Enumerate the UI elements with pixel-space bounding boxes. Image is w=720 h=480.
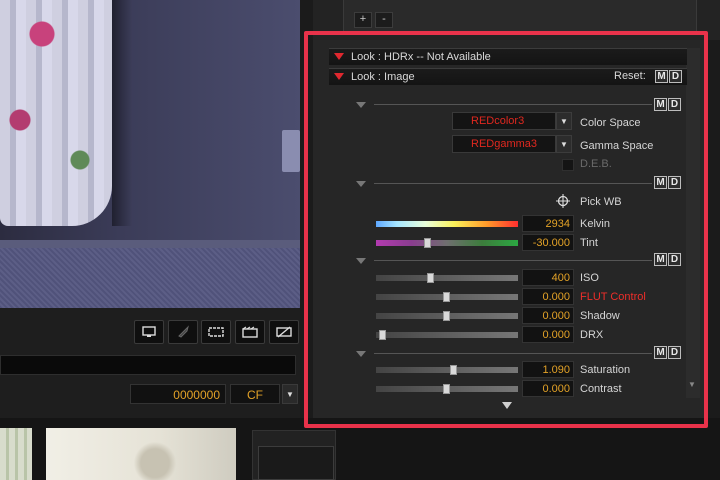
preview-floor bbox=[0, 248, 300, 308]
expand-triangle-icon[interactable] bbox=[334, 53, 344, 60]
collapse-triangle-icon[interactable] bbox=[356, 351, 366, 357]
flut-control-label: FLUT Control bbox=[580, 291, 646, 303]
slider-thumb[interactable] bbox=[379, 330, 386, 340]
contrast-slider[interactable] bbox=[376, 384, 518, 394]
collapse-triangle-icon[interactable] bbox=[356, 181, 366, 187]
tint-label: Tint bbox=[580, 237, 598, 249]
color-space-label: Color Space bbox=[580, 117, 641, 129]
slider-thumb[interactable] bbox=[427, 273, 434, 283]
slider-thumb[interactable] bbox=[424, 238, 431, 248]
timeline-scrub-bar[interactable] bbox=[0, 355, 296, 375]
section-title: Look : Image bbox=[351, 71, 415, 83]
video-preview bbox=[0, 0, 300, 308]
group-divider bbox=[374, 183, 652, 184]
window-frame-icon[interactable] bbox=[201, 320, 231, 344]
group-divider bbox=[374, 104, 652, 105]
crossed-frame-icon[interactable] bbox=[269, 320, 299, 344]
remove-button[interactable]: - bbox=[375, 12, 393, 28]
iso-value[interactable]: 400 bbox=[522, 269, 574, 286]
contrast-value[interactable]: 0.000 bbox=[522, 380, 574, 397]
kelvin-label: Kelvin bbox=[580, 218, 610, 230]
group-divider bbox=[374, 260, 652, 261]
collapse-triangle-icon[interactable] bbox=[356, 102, 366, 108]
chevron-down-icon[interactable]: ▼ bbox=[556, 135, 572, 153]
gamma-space-label: Gamma Space bbox=[580, 140, 654, 152]
reset-m-button[interactable]: M bbox=[655, 70, 668, 83]
shadow-value[interactable]: 0.000 bbox=[522, 307, 574, 324]
gamma-space-select[interactable]: REDgamma3 bbox=[452, 135, 556, 153]
slider-thumb[interactable] bbox=[443, 311, 450, 321]
shadow-label: Shadow bbox=[580, 310, 620, 322]
kelvin-value[interactable]: 2934 bbox=[522, 215, 574, 232]
chevron-down-icon[interactable] bbox=[502, 402, 512, 409]
tint-value[interactable]: -30.000 bbox=[522, 234, 574, 251]
expand-triangle-icon[interactable] bbox=[334, 73, 344, 80]
reset-d-button[interactable]: D bbox=[669, 70, 682, 83]
group-divider bbox=[374, 353, 652, 354]
side-panel-list bbox=[343, 0, 697, 32]
m-button[interactable]: M bbox=[654, 253, 667, 266]
slider-thumb[interactable] bbox=[443, 292, 450, 302]
section-title: Look : HDRx -- Not Available bbox=[351, 51, 491, 63]
monitor-icon[interactable] bbox=[134, 320, 164, 344]
preview-baseboard bbox=[0, 240, 300, 248]
d-button[interactable]: D bbox=[668, 98, 681, 111]
panel-scrollbar[interactable] bbox=[686, 48, 700, 398]
deb-label: D.E.B. bbox=[580, 158, 612, 170]
thumbnail-frame bbox=[258, 446, 334, 480]
clip-thumbnail[interactable] bbox=[0, 428, 32, 480]
iso-slider[interactable] bbox=[376, 273, 518, 283]
slider-thumb[interactable] bbox=[443, 384, 450, 394]
color-space-select[interactable]: REDcolor3 bbox=[452, 112, 556, 130]
slider-thumb[interactable] bbox=[450, 365, 457, 375]
saturation-label: Saturation bbox=[580, 364, 631, 376]
drx-value[interactable]: 0.000 bbox=[522, 326, 574, 343]
timecode-field[interactable]: 0000000 bbox=[130, 384, 226, 404]
preview-curtain bbox=[0, 0, 112, 226]
scroll-down-icon[interactable]: ▼ bbox=[688, 380, 698, 392]
cf-select[interactable]: CF bbox=[230, 384, 280, 404]
drx-label: DRX bbox=[580, 329, 604, 341]
saturation-slider[interactable] bbox=[376, 365, 518, 375]
collapse-triangle-icon[interactable] bbox=[356, 258, 366, 264]
crosshair-icon[interactable] bbox=[556, 194, 570, 208]
pick-wb-label[interactable]: Pick WB bbox=[580, 196, 622, 208]
d-button[interactable]: D bbox=[668, 253, 681, 266]
flut-slider[interactable] bbox=[376, 292, 518, 302]
shadow-slider[interactable] bbox=[376, 311, 518, 321]
saturation-value[interactable]: 1.090 bbox=[522, 361, 574, 378]
clapperboard-icon[interactable] bbox=[235, 320, 265, 344]
thumbnail-hand-image bbox=[130, 438, 180, 480]
d-button[interactable]: D bbox=[668, 176, 681, 189]
m-button[interactable]: M bbox=[654, 346, 667, 359]
add-button[interactable]: + bbox=[354, 12, 372, 28]
deb-checkbox[interactable] bbox=[562, 159, 574, 171]
kelvin-slider[interactable] bbox=[376, 221, 518, 227]
look-panel bbox=[313, 40, 705, 418]
tint-slider[interactable] bbox=[376, 238, 518, 248]
rocket-icon[interactable] bbox=[168, 320, 198, 344]
drx-slider[interactable] bbox=[376, 330, 518, 340]
chevron-down-icon[interactable]: ▼ bbox=[282, 384, 298, 404]
reset-label: Reset: bbox=[614, 70, 646, 82]
chevron-down-icon[interactable]: ▼ bbox=[556, 112, 572, 130]
contrast-label: Contrast bbox=[580, 383, 622, 395]
iso-label: ISO bbox=[580, 272, 599, 284]
m-button[interactable]: M bbox=[654, 98, 667, 111]
section-header-hdrx[interactable]: Look : HDRx -- Not Available bbox=[329, 48, 687, 65]
preview-curtain-shadow bbox=[112, 0, 132, 226]
flut-value[interactable]: 0.000 bbox=[522, 288, 574, 305]
preview-outlet bbox=[282, 130, 300, 172]
m-button[interactable]: M bbox=[654, 176, 667, 189]
d-button[interactable]: D bbox=[668, 346, 681, 359]
